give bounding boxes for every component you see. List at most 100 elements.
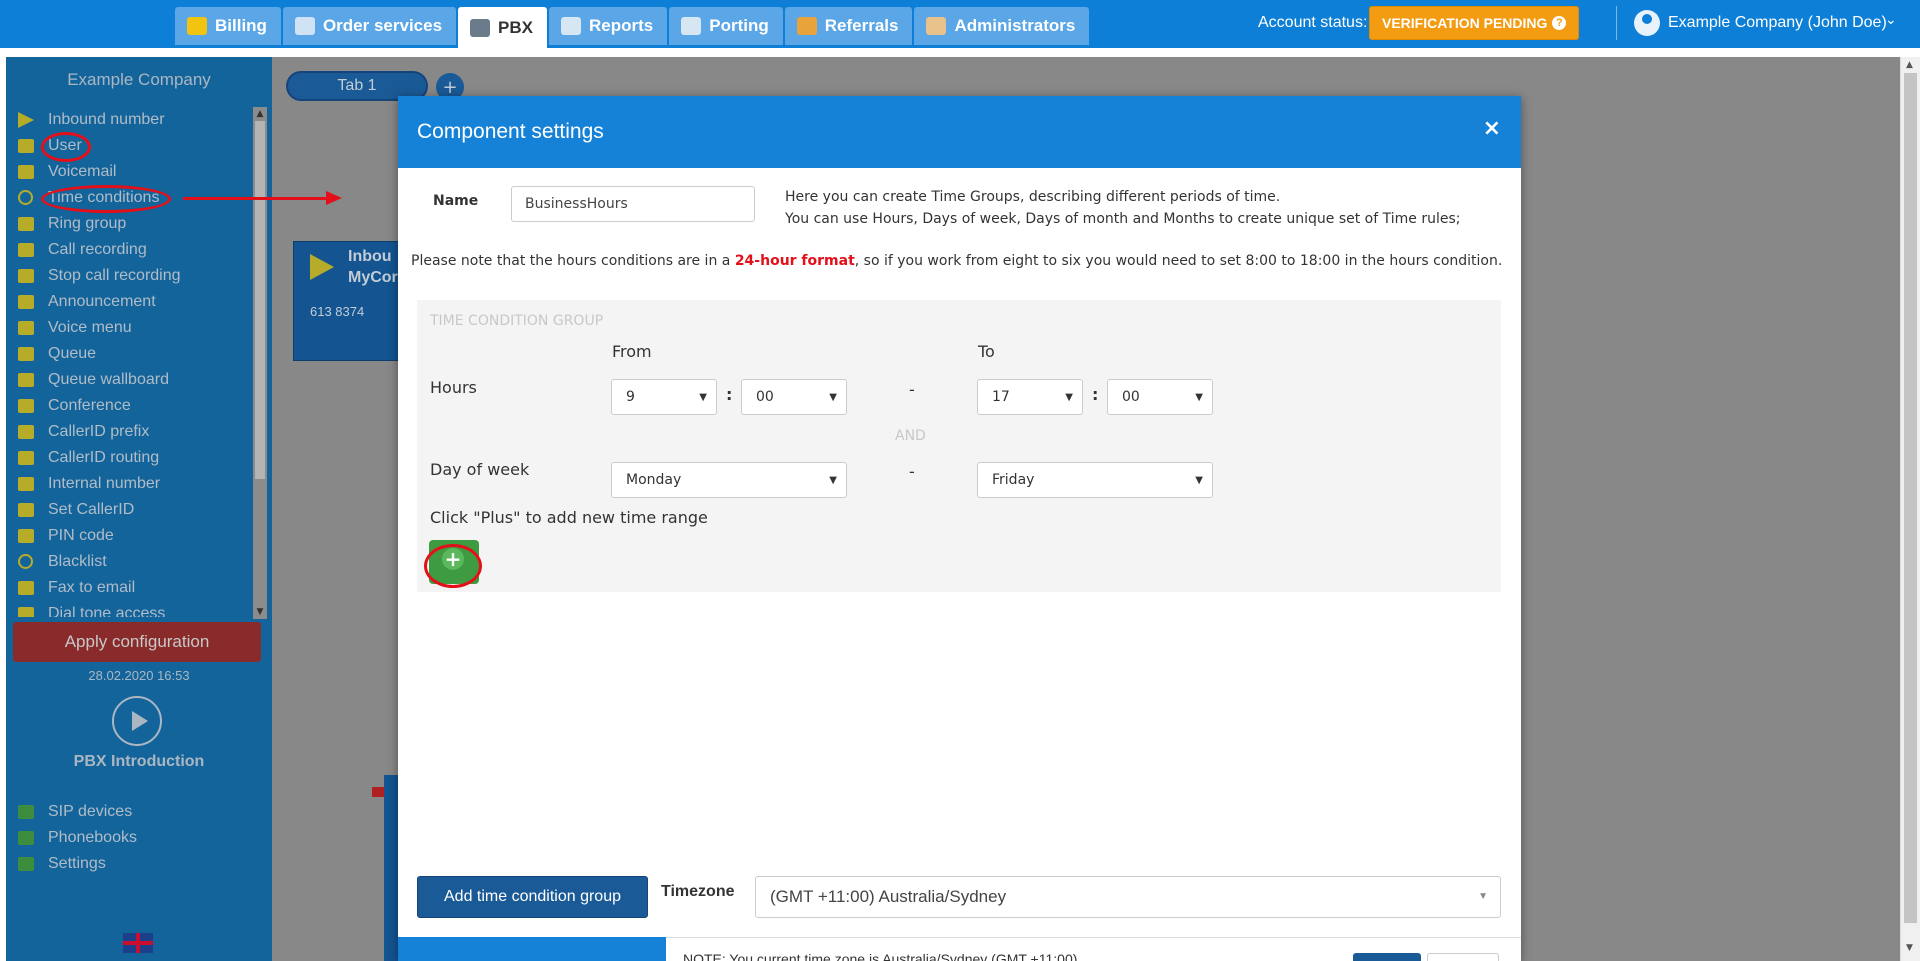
hours-to-minute-select[interactable]: 00 ▼ [1107, 379, 1213, 415]
gear-icon [16, 855, 36, 873]
tab-reports[interactable]: Reports [549, 7, 668, 45]
ban-icon [16, 553, 36, 571]
tab-label: Reports [589, 16, 654, 35]
sidebar-item-stop-call-recording[interactable]: Stop call recording [6, 263, 251, 289]
time-separator: : [726, 385, 733, 404]
sidebar-item-voice-menu[interactable]: Voice menu [6, 315, 251, 341]
sidebar-item-queue[interactable]: Queue [6, 341, 251, 367]
microphone-icon [16, 241, 36, 259]
scroll-down-icon[interactable]: ▼ [253, 605, 267, 619]
from-label: From [612, 342, 652, 361]
select-value: Monday [626, 472, 682, 488]
envelope-icon [16, 163, 36, 181]
user-menu[interactable]: Example Company (John Doe) [1668, 14, 1887, 32]
hours-to-hour-select[interactable]: 17 ▼ [977, 379, 1083, 415]
sidebar-item-label: Announcement [48, 293, 156, 310]
close-icon[interactable]: × [1483, 116, 1501, 141]
sidebar-item-voicemail[interactable]: Voicemail [6, 159, 251, 185]
card-subtitle: MyCor [348, 269, 398, 286]
sidebar-item-phonebooks[interactable]: Phonebooks [6, 825, 272, 851]
sidebar-item-label: Stop call recording [48, 267, 181, 284]
scroll-up-icon[interactable]: ▲ [1906, 60, 1913, 70]
scroll-up-icon[interactable]: ▲ [253, 107, 267, 121]
company-name: Example Company [67, 70, 211, 89]
caret-down-icon: ▼ [1478, 891, 1488, 902]
day-of-week-to-select[interactable]: Friday ▼ [977, 462, 1213, 498]
clock-icon [16, 189, 36, 207]
sidebar-item-blacklist[interactable]: Blacklist [6, 549, 251, 575]
sidebar-item-label: Fax to email [48, 579, 136, 596]
select-value: 00 [1122, 389, 1140, 405]
tab-label: PBX [498, 17, 534, 37]
caret-down-icon: ▼ [1195, 392, 1203, 403]
sidebar-item-label: Inbound number [48, 111, 165, 128]
id-card-icon [16, 501, 36, 519]
avatar[interactable] [1634, 10, 1660, 36]
sidebar-scrollbar[interactable]: ▲ ▼ [253, 107, 267, 619]
sidebar-item-internal-number[interactable]: Internal number [6, 471, 251, 497]
sidebar-item-callerid-routing[interactable]: CallerID routing [6, 445, 251, 471]
modal-header: Component settings × [398, 96, 1521, 168]
tab-administrators[interactable]: Administrators [914, 7, 1090, 45]
tab-billing[interactable]: Billing [175, 7, 281, 45]
list-icon [16, 423, 36, 441]
microphone-off-icon [16, 267, 36, 285]
name-label: Name [433, 193, 479, 209]
sidebar-item-label: PIN code [48, 527, 114, 544]
sidebar-item-ring-group[interactable]: Ring group [6, 211, 251, 237]
connector-marker [372, 787, 384, 797]
sidebar-item-label: Settings [48, 855, 106, 872]
timezone-select[interactable]: (GMT +11:00) Australia/Sydney ▼ [755, 876, 1501, 918]
book-icon [16, 829, 36, 847]
hours-from-hour-select[interactable]: 9 ▼ [611, 379, 717, 415]
account-status-label: Account status: [1258, 14, 1368, 31]
note-highlight: 24-hour format [734, 253, 855, 269]
sidebar-item-fax-to-email[interactable]: Fax to email [6, 575, 251, 601]
caret-down-icon: ▼ [829, 392, 837, 403]
scroll-down-icon[interactable]: ▼ [1906, 943, 1913, 953]
annotation-arrow [183, 191, 342, 205]
help-text: You can use Hours, Days of week, Days of… [785, 211, 1461, 227]
tab-referrals[interactable]: Referrals [784, 7, 913, 45]
pbx-introduction-link[interactable]: PBX Introduction [6, 753, 272, 771]
day-of-week-from-select[interactable]: Monday ▼ [611, 462, 847, 498]
tab-porting[interactable]: Porting [669, 7, 783, 45]
verification-badge[interactable]: VERIFICATION PENDING? [1369, 6, 1580, 40]
play-icon[interactable] [112, 696, 162, 746]
sidebar-item-inbound-number[interactable]: Inbound number [6, 107, 251, 133]
inbound-component-card[interactable]: Inbou MyCor 613 8374 [293, 241, 403, 361]
sidebar-item-dial-tone-access[interactable]: Dial tone access [6, 601, 251, 617]
sidebar-item-callerid-prefix[interactable]: CallerID prefix [6, 419, 251, 445]
sidebar-item-conference[interactable]: Conference [6, 393, 251, 419]
sidebar-item-label: Conference [48, 397, 131, 414]
annotation-circle [41, 185, 171, 213]
apply-configuration-button[interactable]: Apply configuration [13, 622, 261, 662]
add-time-condition-group-button[interactable]: Add time condition group [417, 876, 648, 918]
to-label: To [978, 342, 995, 361]
chevron-down-icon[interactable]: ⌄ [1885, 12, 1897, 28]
name-input[interactable]: BusinessHours [511, 186, 755, 222]
tab-order-services[interactable]: Order services [282, 7, 457, 45]
card-phone: 613 8374 [310, 304, 365, 319]
sidebar-item-call-recording[interactable]: Call recording [6, 237, 251, 263]
hours-from-minute-select[interactable]: 00 ▼ [741, 379, 847, 415]
scrollbar-thumb[interactable] [1904, 73, 1917, 923]
divider [1616, 6, 1617, 40]
table-icon [16, 371, 36, 389]
sidebar-item-announcement[interactable]: Announcement [6, 289, 251, 315]
cart-icon [294, 17, 315, 35]
save-button[interactable] [1353, 953, 1421, 961]
sidebar-item-queue-wallboard[interactable]: Queue wallboard [6, 367, 251, 393]
scrollbar-thumb[interactable] [255, 121, 265, 479]
users-icon [16, 215, 36, 233]
tab-pbx[interactable]: PBX [458, 7, 548, 48]
page-scrollbar[interactable]: ▲ ▼ [1900, 57, 1920, 961]
sidebar-item-settings[interactable]: Settings [6, 851, 272, 877]
help-text: Here you can create Time Groups, describ… [785, 189, 1281, 205]
hours-label: Hours [430, 378, 477, 397]
sidebar-item-set-callerid[interactable]: Set CallerID [6, 497, 251, 523]
sidebar-item-sip-devices[interactable]: SIP devices [6, 799, 272, 825]
sidebar-item-pin-code[interactable]: PIN code [6, 523, 251, 549]
uk-flag-icon[interactable] [123, 933, 153, 953]
cancel-button[interactable] [1427, 953, 1499, 961]
